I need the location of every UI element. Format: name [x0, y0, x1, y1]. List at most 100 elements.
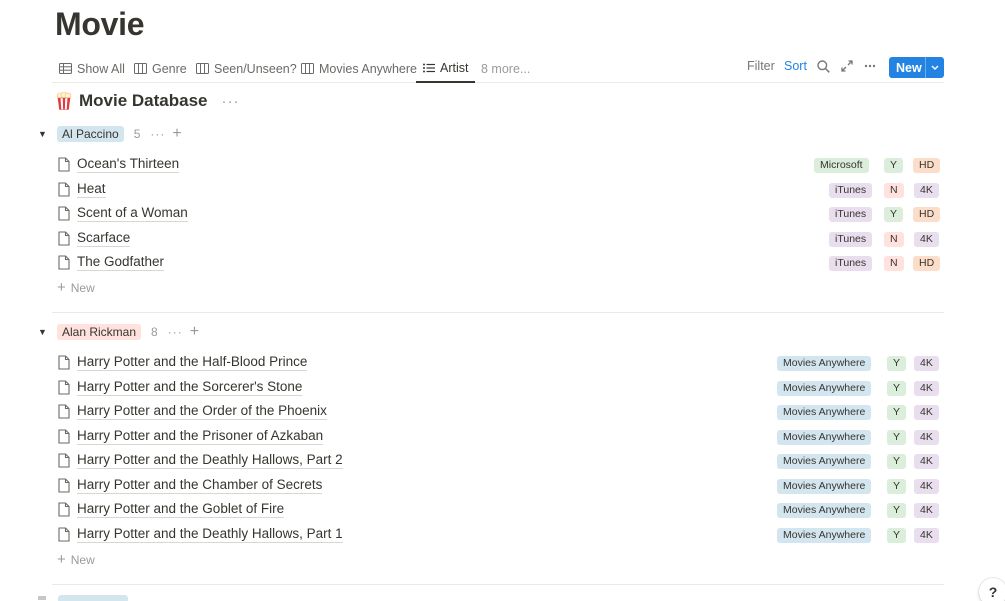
board-icon	[196, 63, 209, 74]
board-icon	[301, 63, 314, 74]
sort-button[interactable]: Sort	[784, 59, 807, 73]
list-row[interactable]: Harry Potter and the Chamber of Secrets …	[52, 474, 944, 498]
group-count: 5	[133, 127, 141, 141]
page-icon	[58, 478, 70, 493]
group-add-button[interactable]: +	[190, 324, 199, 340]
expand-icon[interactable]	[841, 60, 853, 72]
group-add-button[interactable]: +	[172, 126, 181, 142]
chevron-down-icon[interactable]	[926, 65, 944, 70]
group-divider	[52, 584, 944, 585]
group-more-button[interactable]: ···	[150, 127, 165, 141]
list-row[interactable]: Harry Potter and the Goblet of Fire Movi…	[52, 498, 944, 522]
list-row[interactable]: Harry Potter and the Deathly Hallows, Pa…	[52, 449, 944, 473]
list-icon	[423, 63, 435, 73]
page-icon	[58, 157, 70, 172]
seen-tag: N	[884, 256, 904, 271]
row-title: Harry Potter and the Chamber of Secrets	[77, 477, 323, 494]
list-row[interactable]: Harry Potter and the Half-Blood Prince M…	[52, 351, 944, 375]
service-tag: iTunes	[829, 207, 873, 222]
page-icon	[58, 453, 70, 468]
quality-tag: 4K	[914, 479, 939, 494]
list-row[interactable]: Harry Potter and the Prisoner of Azkaban…	[52, 425, 944, 449]
plus-icon: +	[57, 279, 66, 296]
tab-genre[interactable]: Genre	[134, 55, 187, 82]
toggle-triangle-icon[interactable]: ▼	[38, 327, 57, 337]
new-button[interactable]: New	[889, 57, 944, 78]
help-button[interactable]: ?	[979, 578, 1005, 601]
seen-tag: Y	[887, 405, 907, 420]
plus-icon: +	[57, 551, 66, 568]
filter-button[interactable]: Filter	[747, 59, 775, 73]
add-new-label: New	[70, 281, 95, 295]
group-tag: Al Paccino	[57, 126, 124, 142]
seen-tag: Y	[884, 207, 904, 222]
more-options-icon[interactable]	[864, 64, 876, 68]
view-tabs: Show All Genre Seen/Unseen? Movies Anywh…	[52, 55, 944, 83]
group-header-alan-rickman: ▼ Alan Rickman 8 ··· +	[38, 322, 199, 342]
row-title: Harry Potter and the Goblet of Fire	[77, 501, 285, 518]
tab-label: Seen/Unseen?	[214, 61, 297, 76]
list-row[interactable]: The Godfather iTunes N HD	[52, 251, 944, 275]
group-tag	[58, 595, 128, 601]
list-row[interactable]: Heat iTunes N 4K	[52, 178, 944, 202]
row-title: Harry Potter and the Deathly Hallows, Pa…	[77, 452, 343, 469]
quality-tag: 4K	[914, 454, 939, 469]
row-title: Harry Potter and the Prisoner of Azkaban	[77, 428, 324, 445]
list-row[interactable]: Harry Potter and the Order of the Phoeni…	[52, 400, 944, 424]
database-header: Movie Database ···	[56, 91, 240, 111]
seen-tag: Y	[887, 454, 907, 469]
quality-tag: 4K	[914, 528, 939, 543]
service-tag: Movies Anywhere	[777, 405, 872, 420]
seen-tag: Y	[887, 381, 907, 396]
row-title: Harry Potter and the Deathly Hallows, Pa…	[77, 526, 343, 543]
row-title: Harry Potter and the Half-Blood Prince	[77, 354, 308, 371]
new-button-label: New	[896, 60, 922, 75]
toggle-triangle-icon[interactable]: ▼	[38, 129, 57, 139]
page-icon	[58, 429, 70, 444]
list-row[interactable]: Scent of a Woman iTunes Y HD	[52, 202, 944, 226]
group-count: 8	[151, 325, 158, 339]
popcorn-icon	[56, 92, 72, 110]
list-row[interactable]: Harry Potter and the Sorcerer's Stone Mo…	[52, 376, 944, 400]
database-title[interactable]: Movie Database	[79, 91, 208, 111]
service-tag: Movies Anywhere	[777, 479, 872, 494]
seen-tag: Y	[887, 503, 907, 518]
service-tag: Microsoft	[814, 158, 869, 173]
service-tag: Movies Anywhere	[777, 528, 872, 543]
quality-tag: 4K	[914, 356, 939, 371]
page-icon	[58, 355, 70, 370]
tab-artist[interactable]: Artist	[416, 55, 476, 83]
service-tag: iTunes	[829, 183, 873, 198]
search-icon[interactable]	[817, 60, 830, 73]
page-icon	[58, 527, 70, 542]
page-icon	[58, 182, 70, 197]
seen-tag: Y	[887, 430, 907, 445]
list-row[interactable]: Harry Potter and the Deathly Hallows, Pa…	[52, 523, 944, 547]
toggle-triangle-icon[interactable]	[38, 596, 46, 600]
list-row[interactable]: Ocean's Thirteen Microsoft Y HD	[52, 153, 944, 177]
group-more-button[interactable]: ···	[168, 325, 183, 339]
row-title: The Godfather	[77, 254, 165, 271]
database-more-button[interactable]: ···	[222, 93, 240, 110]
service-tag: Movies Anywhere	[777, 356, 872, 371]
seen-tag: Y	[887, 479, 907, 494]
group-header-al-paccino: ▼ Al Paccino 5 ··· +	[38, 124, 182, 144]
add-new-row-button[interactable]: + New	[57, 551, 95, 568]
page-icon	[58, 255, 70, 270]
more-views-link[interactable]: 8 more...	[481, 55, 530, 82]
add-new-row-button[interactable]: + New	[57, 279, 95, 296]
tab-show-all[interactable]: Show All	[59, 55, 125, 82]
tab-seen-unseen[interactable]: Seen/Unseen?	[196, 55, 297, 82]
seen-tag: Y	[887, 528, 907, 543]
service-tag: Movies Anywhere	[777, 454, 872, 469]
quality-tag: HD	[913, 256, 941, 271]
page-icon	[58, 404, 70, 419]
page-title[interactable]: Movie	[55, 6, 145, 43]
tab-label: Artist	[440, 61, 469, 75]
table-icon	[59, 63, 72, 74]
tab-movies-anywhere[interactable]: Movies Anywhere	[301, 55, 417, 82]
list-row[interactable]: Scarface iTunes N 4K	[52, 227, 944, 251]
quality-tag: 4K	[914, 503, 939, 518]
row-title: Heat	[77, 181, 106, 198]
tab-label: Movies Anywhere	[319, 61, 417, 76]
